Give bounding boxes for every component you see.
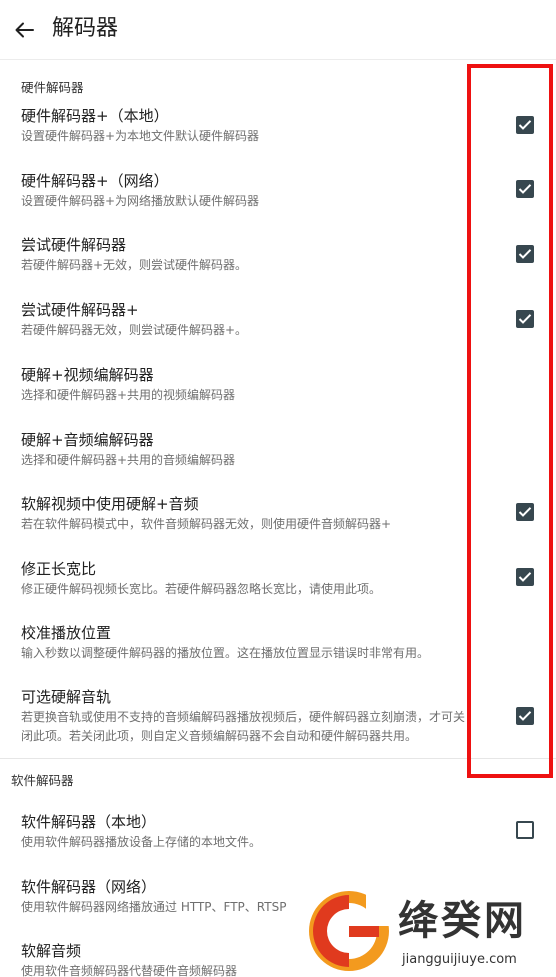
pref-summary: 若硬件解码器无效，则尝试硬件解码器+。 <box>21 323 248 337</box>
pref-title: 尝试硬件解码器 <box>21 236 127 254</box>
watermark-name: 绛癸网 <box>398 898 527 944</box>
pref-title: 软件解码器（本地） <box>21 813 157 831</box>
pref-summary: 使用软件解码器网络播放通过 HTTP、FTP、RTSP <box>21 900 287 914</box>
page-title: 解码器 <box>52 16 119 41</box>
watermark-logo-icon <box>308 890 390 976</box>
pref-title: 硬件解码器+（本地） <box>21 107 169 125</box>
section-divider <box>0 758 556 759</box>
pref-summary: 若硬件解码器+无效，则尝试硬件解码器。 <box>21 258 248 272</box>
pref-title: 硬件解码器+（网络） <box>21 172 169 190</box>
pref-summary: 若更换音轨或使用不支持的音频编解码器播放视频后，硬件解码器立刻崩溃，才可关闭此项… <box>21 710 466 743</box>
pref-summary: 设置硬件解码器+为网络播放默认硬件解码器 <box>21 194 260 208</box>
section-header-software: 软件解码器 <box>11 773 74 788</box>
pref-title: 硬解+视频编解码器 <box>21 366 154 384</box>
checkbox-try-hw-plus[interactable] <box>516 310 534 328</box>
app-bar: 解码器 <box>0 0 556 60</box>
pref-summary: 若在软件解码模式中，软件音频解码器无效，则使用硬件音频解码器+ <box>21 517 392 531</box>
highlight-box <box>467 64 553 778</box>
pref-title: 可选硬解音轨 <box>21 688 112 706</box>
pref-title: 软解视频中使用硬解+音频 <box>21 495 199 513</box>
pref-title: 软解音频 <box>21 942 82 960</box>
watermark: 绛癸网 jiangguijiuye.com <box>306 884 556 977</box>
pref-title: 校准播放位置 <box>21 624 112 642</box>
checkbox-sw-video-hw-audio[interactable] <box>516 503 534 521</box>
pref-title: 尝试硬件解码器+ <box>21 301 139 319</box>
section-header-hardware: 硬件解码器 <box>21 80 84 95</box>
pref-summary: 选择和硬件解码器+共用的视频编解码器 <box>21 388 236 402</box>
watermark-url: jiangguijiuye.com <box>402 952 517 967</box>
back-arrow-icon[interactable] <box>10 16 38 44</box>
pref-summary: 使用软件解码器播放设备上存储的本地文件。 <box>21 835 262 849</box>
checkbox-aspect-ratio[interactable] <box>516 568 534 586</box>
pref-title: 软件解码器（网络） <box>21 878 157 896</box>
pref-title: 硬解+音频编解码器 <box>21 431 154 449</box>
pref-summary: 设置硬件解码器+为本地文件默认硬件解码器 <box>21 129 260 143</box>
pref-summary: 修正硬件解码视频长宽比。若硬件解码器忽略长宽比，请使用此项。 <box>21 582 382 596</box>
pref-summary: 输入秒数以调整硬件解码器的播放位置。这在播放位置显示错误时非常有用。 <box>21 646 430 660</box>
checkbox-try-hw[interactable] <box>516 245 534 263</box>
pref-summary: 选择和硬件解码器+共用的音频编解码器 <box>21 453 236 467</box>
checkbox-optional-hw-audio-track[interactable] <box>516 707 534 725</box>
checkbox-sw-local[interactable] <box>516 821 534 839</box>
checkbox-hw-local[interactable] <box>516 116 534 134</box>
checkbox-hw-network[interactable] <box>516 180 534 198</box>
pref-title: 修正长宽比 <box>21 560 97 578</box>
